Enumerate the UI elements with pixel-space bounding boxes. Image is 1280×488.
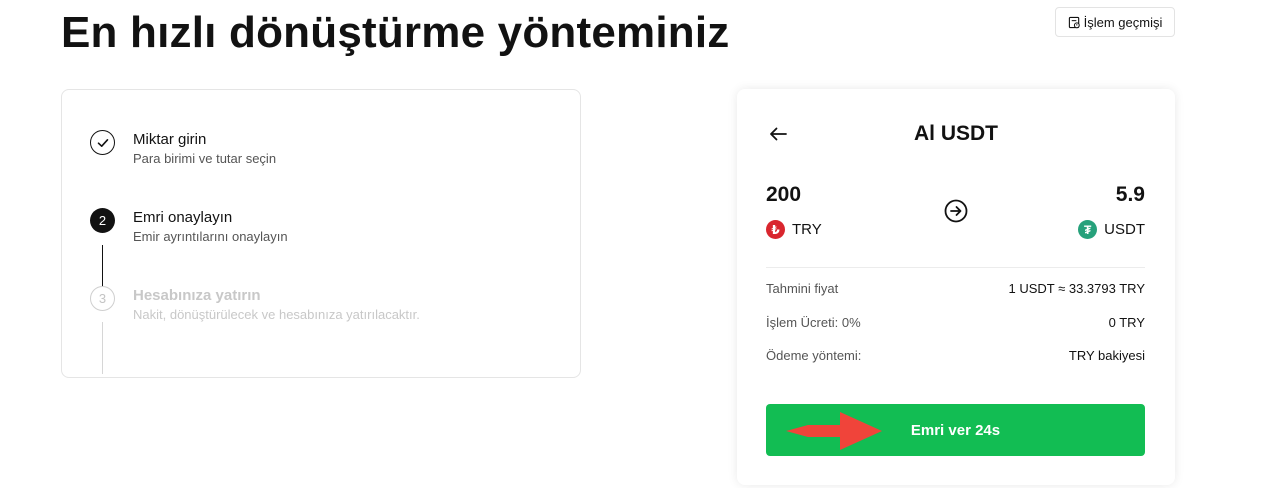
info-label: Ödeme yöntemi: [766,348,862,363]
from-currency: ₺ TRY [766,220,822,239]
step-description: Nakit, dönüştürülecek ve hesabınıza yatı… [133,307,420,322]
step-title: Hesabınıza yatırın [133,287,261,304]
step-number-badge: 3 [90,286,115,311]
history-button-label: İşlem geçmişi [1083,14,1163,30]
step-connector [102,322,103,374]
page-title: En hızlı dönüştürme yönteminiz [61,8,730,57]
red-arrow-annotation-icon [786,412,882,450]
tether-coin-icon: ₮ [1078,220,1098,239]
check-icon [90,130,115,155]
info-value: 0 TRY [1108,315,1145,330]
info-label: İşlem Ücreti: 0% [766,315,861,330]
step-connector [102,245,103,292]
info-value: TRY bakiyesi [1068,348,1145,363]
from-amount: 200 [766,183,802,206]
from-currency-code: TRY [792,221,822,238]
transaction-fee-row: İşlem Ücreti: 0% 0 TRY [766,315,1145,330]
history-button[interactable]: İşlem geçmişi [1055,7,1175,37]
divider [766,267,1145,268]
order-title: Al USDT [914,122,998,145]
payment-method-row: Ödeme yöntemi: TRY bakiyesi [766,348,1145,363]
info-label: Tahmini fiyat [766,281,839,296]
step-description: Para birimi ve tutar seçin [133,151,277,166]
step-title: Miktar girin [133,131,207,148]
steps-card: Miktar girin Para birimi ve tutar seçin … [61,89,581,378]
lira-coin-icon: ₺ [766,220,785,239]
step-number-badge: 2 [90,208,115,233]
history-icon [1068,16,1080,28]
arrow-right-circle-icon [944,199,968,223]
estimated-price-row: Tahmini fiyat 1 USDT ≈ 33.3793 TRY [766,281,1145,296]
to-currency: ₮ USDT [1078,220,1145,239]
to-amount: 5.9 [1115,183,1145,206]
info-value: 1 USDT ≈ 33.3793 TRY [1008,281,1146,296]
step-title: Emri onaylayın [133,209,233,226]
to-currency-code: USDT [1104,221,1145,238]
step-description: Emir ayrıntılarını onaylayın [133,229,288,244]
